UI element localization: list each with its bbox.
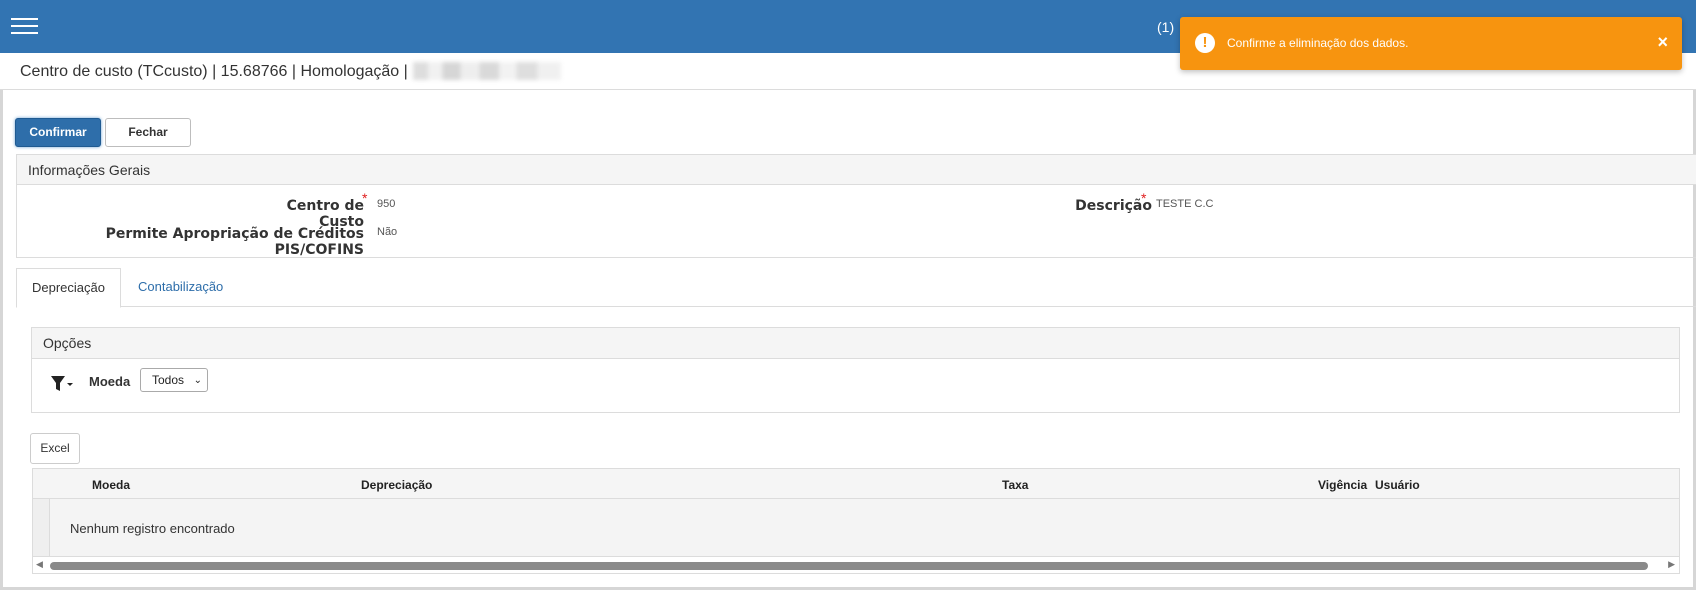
- tab-bar: Depreciação Contabilização: [16, 268, 1696, 308]
- currency-select[interactable]: Todos ⌄: [140, 368, 208, 392]
- excel-export-button[interactable]: Excel: [30, 433, 80, 464]
- description-label: Descrição: [1075, 198, 1152, 214]
- column-header[interactable]: Depreciação: [361, 478, 432, 492]
- currency-label: Moeda: [89, 374, 131, 389]
- menu-icon[interactable]: [11, 16, 38, 36]
- grid-header: Moeda Depreciação Taxa Vigência Usuário: [33, 469, 1679, 499]
- pis-cofins-label: Permite Apropriação de Créditos PIS/COFI…: [105, 226, 364, 258]
- redacted-text: [413, 62, 561, 80]
- warning-toast: ! Confirme a eliminação dos dados. ×: [1180, 17, 1682, 70]
- warning-icon: !: [1195, 33, 1215, 53]
- panel-title: Informações Gerais: [28, 162, 151, 178]
- column-header[interactable]: Vigência: [1318, 478, 1367, 492]
- chevron-down-icon: ⌄: [193, 375, 202, 386]
- grid-body: Nenhum registro encontrado: [33, 499, 1679, 557]
- row-gutter: [33, 499, 50, 556]
- currency-selected-value: Todos: [152, 373, 185, 387]
- column-header[interactable]: Moeda: [92, 478, 130, 492]
- page-title: Centro de custo (TCcusto) | 15.68766 | H…: [20, 63, 408, 80]
- tab-contabilizacao[interactable]: Contabilização: [138, 268, 223, 307]
- data-grid: Moeda Depreciação Taxa Vigência Usuário …: [32, 468, 1680, 574]
- panel-header: Informações Gerais: [17, 155, 1696, 185]
- filter-icon[interactable]: [50, 375, 74, 393]
- panel-title: Opções: [43, 335, 92, 351]
- tab-depreciacao[interactable]: Depreciação: [16, 268, 121, 308]
- column-header[interactable]: Taxa: [1002, 478, 1028, 492]
- pis-cofins-value: Não: [377, 226, 398, 238]
- notification-counter[interactable]: (1): [1157, 19, 1174, 35]
- column-header[interactable]: Usuário: [1375, 478, 1420, 492]
- close-button[interactable]: Fechar: [105, 118, 191, 147]
- general-info-panel: Informações Gerais Centro de Custo * 950…: [16, 154, 1696, 258]
- scroll-right-icon[interactable]: ▶: [1668, 559, 1675, 570]
- scroll-thumb[interactable]: [50, 562, 1648, 570]
- required-marker: *: [362, 190, 368, 206]
- required-marker: *: [1141, 190, 1147, 206]
- confirm-button[interactable]: Confirmar: [15, 118, 101, 147]
- horizontal-scrollbar[interactable]: ◀ ▶: [33, 558, 1679, 573]
- scroll-left-icon[interactable]: ◀: [36, 559, 43, 570]
- close-icon[interactable]: ×: [1657, 32, 1668, 52]
- empty-message: Nenhum registro encontrado: [70, 521, 235, 536]
- description-value: TESTE C.C: [1156, 198, 1214, 210]
- cost-center-value: 950: [377, 198, 396, 210]
- options-panel: Opções Moeda Todos ⌄: [31, 327, 1680, 413]
- toast-message: Confirme a eliminação dos dados.: [1227, 36, 1409, 50]
- panel-header: Opções: [32, 328, 1679, 359]
